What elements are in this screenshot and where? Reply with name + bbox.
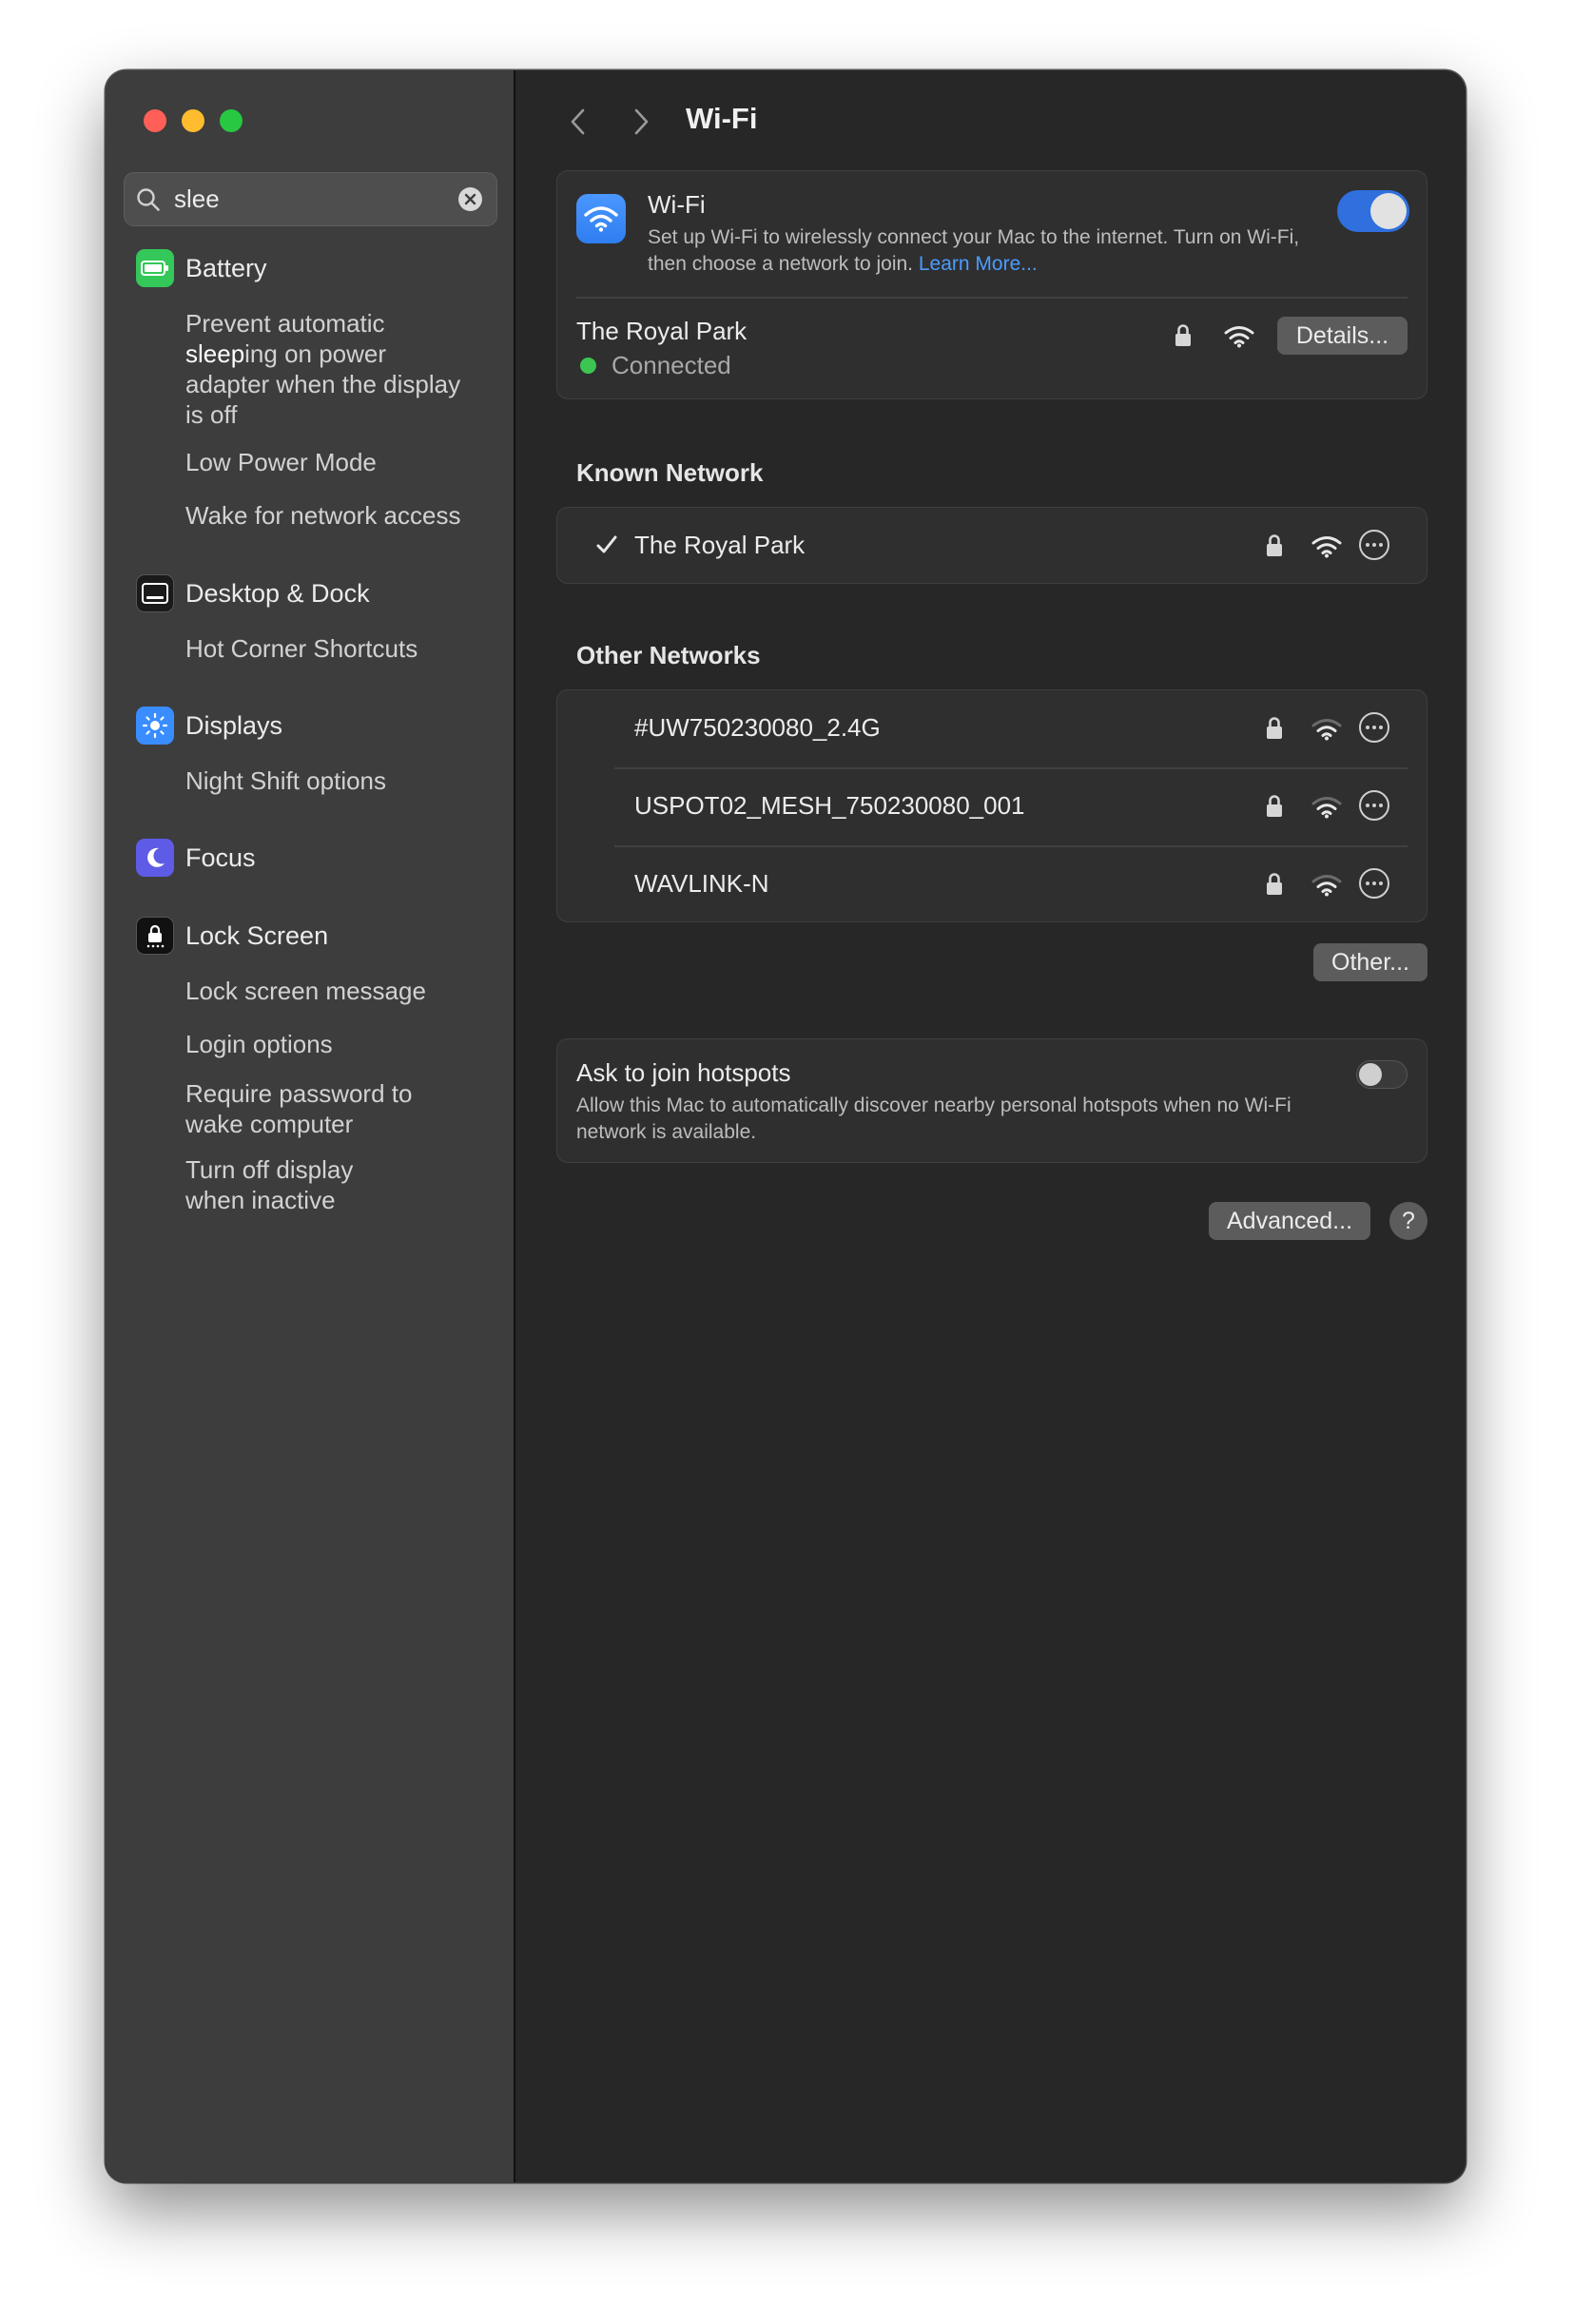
more-options-icon[interactable] [1359,530,1389,560]
search-input[interactable] [174,173,440,225]
back-chevron-icon[interactable] [559,103,597,141]
more-options-icon[interactable] [1359,790,1389,821]
hotspots-toggle[interactable] [1356,1060,1408,1089]
sidebar-subitem-line: Turn off display [185,1155,354,1184]
known-network-row[interactable]: The Royal Park [557,508,1427,583]
lock-icon [1265,794,1284,823]
sidebar-subitem-prevent-sleep[interactable]: Prevent automatic sleeping on power adap… [185,308,460,430]
sidebar-subitem-night-shift[interactable]: Night Shift options [185,765,386,796]
text-part: adapter when the display [185,370,461,398]
network-row[interactable]: WAVLINK-N [557,846,1427,923]
sidebar-item-label: Displays [185,710,283,740]
advanced-button[interactable]: Advanced... [1209,1202,1370,1240]
network-name: WAVLINK-N [634,869,769,898]
connected-status-dot [580,358,596,374]
lock-screen-icon [136,917,174,955]
wifi-signal-weak-icon [1311,718,1342,746]
close-window-button[interactable] [144,109,166,132]
sidebar-subitem-line: is off [185,399,460,430]
sidebar-item-lock-screen[interactable]: Lock Screen [136,917,328,955]
page-title: Wi-Fi [686,102,758,135]
wifi-icon [576,194,626,243]
sidebar-item-battery[interactable]: Battery [136,249,267,287]
sidebar-subitem-line: when inactive [185,1186,336,1214]
window-controls [144,109,243,132]
network-name: #UW750230080_2.4G [634,713,881,742]
forward-chevron-icon[interactable] [622,103,660,141]
wifi-card: Wi-Fi Set up Wi-Fi to wirelessly connect… [556,170,1427,399]
minimize-window-button[interactable] [182,109,204,132]
sidebar-item-label: Lock Screen [185,920,329,950]
wifi-signal-weak-icon [1311,796,1342,823]
sidebar-item-label: Desktop & Dock [185,578,370,608]
wifi-signal-icon [1311,535,1342,563]
sidebar-item-desktop-dock[interactable]: Desktop & Dock [136,574,370,612]
text-part: Prevent automatic [185,309,385,338]
search-icon [136,187,161,217]
moon-icon [136,839,174,877]
sidebar-item-displays[interactable]: Displays [136,707,282,745]
lock-icon [1265,533,1284,563]
settings-window: Battery Prevent automatic sleeping on po… [106,70,1466,2182]
learn-more-link[interactable]: Learn More... [919,253,1038,275]
sidebar-subitem-line: Prevent automatic [185,308,460,339]
known-network-heading: Known Network [576,458,764,487]
toggle-knob [1359,1063,1382,1086]
toggle-knob [1370,193,1407,229]
current-network-name: The Royal Park [576,317,748,345]
checkmark-icon [595,534,618,560]
lock-icon [1174,323,1193,353]
connection-status: Connected [612,351,731,379]
help-button[interactable]: ? [1389,1202,1427,1240]
lock-icon [1265,872,1284,901]
main-pane: Wi-Fi Wi-Fi Set up Wi-Fi to wirelessly c… [517,70,1466,2182]
sidebar-subitem-login-options[interactable]: Login options [185,1029,333,1059]
other-networks-list: #UW750230080_2.4G USPOT02_MESH_750230080… [556,689,1427,922]
sidebar-subitem-line: Require password to [185,1079,413,1108]
sidebar-subitem-lock-message[interactable]: Lock screen message [185,976,426,1006]
sidebar-subitem-line: sleeping on power [185,339,460,369]
sidebar-item-label: Focus [185,842,256,872]
sidebar-subitem-hot-corners[interactable]: Hot Corner Shortcuts [185,633,418,664]
known-network-list: The Royal Park [556,507,1427,584]
other-network-button[interactable]: Other... [1313,943,1427,981]
known-network-name: The Royal Park [634,531,806,559]
search-field[interactable] [124,172,497,226]
sidebar-item-label: Battery [185,253,267,282]
zoom-window-button[interactable] [220,109,243,132]
sidebar-item-focus[interactable]: Focus [136,839,256,877]
details-button[interactable]: Details... [1277,317,1408,355]
lock-icon [1265,716,1284,746]
sidebar-subitem-line: adapter when the display [185,369,460,399]
network-row[interactable]: USPOT02_MESH_750230080_001 [557,768,1427,845]
sidebar-subitem-require-password[interactable]: Require password to wake computer [185,1078,412,1139]
hotspots-card: Ask to join hotspots Allow this Mac to a… [556,1038,1427,1163]
more-options-icon[interactable] [1359,868,1389,899]
sidebar-subitem-turn-off-display[interactable]: Turn off display when inactive [185,1154,353,1215]
text-part: ing on power [244,339,387,368]
wifi-title: Wi-Fi [648,190,706,219]
battery-icon [136,249,174,287]
text-part: is off [185,400,238,429]
dock-icon [136,574,174,612]
search-match-highlight: sleep [185,339,245,368]
divider [576,297,1408,299]
sidebar-subitem-line: wake computer [185,1110,354,1138]
hotspots-title: Ask to join hotspots [576,1058,791,1087]
wifi-description: Set up Wi-Fi to wirelessly connect your … [648,224,1313,278]
network-row[interactable]: #UW750230080_2.4G [557,690,1427,767]
sidebar-subitem-wake-network[interactable]: Wake for network access [185,500,460,531]
network-name: USPOT02_MESH_750230080_001 [634,791,1025,820]
clear-search-icon[interactable] [458,187,482,211]
wifi-signal-icon [1224,325,1254,353]
sidebar: Battery Prevent automatic sleeping on po… [106,70,515,2182]
hotspots-description: Allow this Mac to automatically discover… [576,1094,1291,1143]
other-networks-heading: Other Networks [576,641,761,669]
sidebar-subitem-low-power-mode[interactable]: Low Power Mode [185,447,377,477]
sun-icon [136,707,174,745]
wifi-toggle[interactable] [1337,190,1409,232]
wifi-signal-weak-icon [1311,874,1342,901]
more-options-icon[interactable] [1359,712,1389,743]
